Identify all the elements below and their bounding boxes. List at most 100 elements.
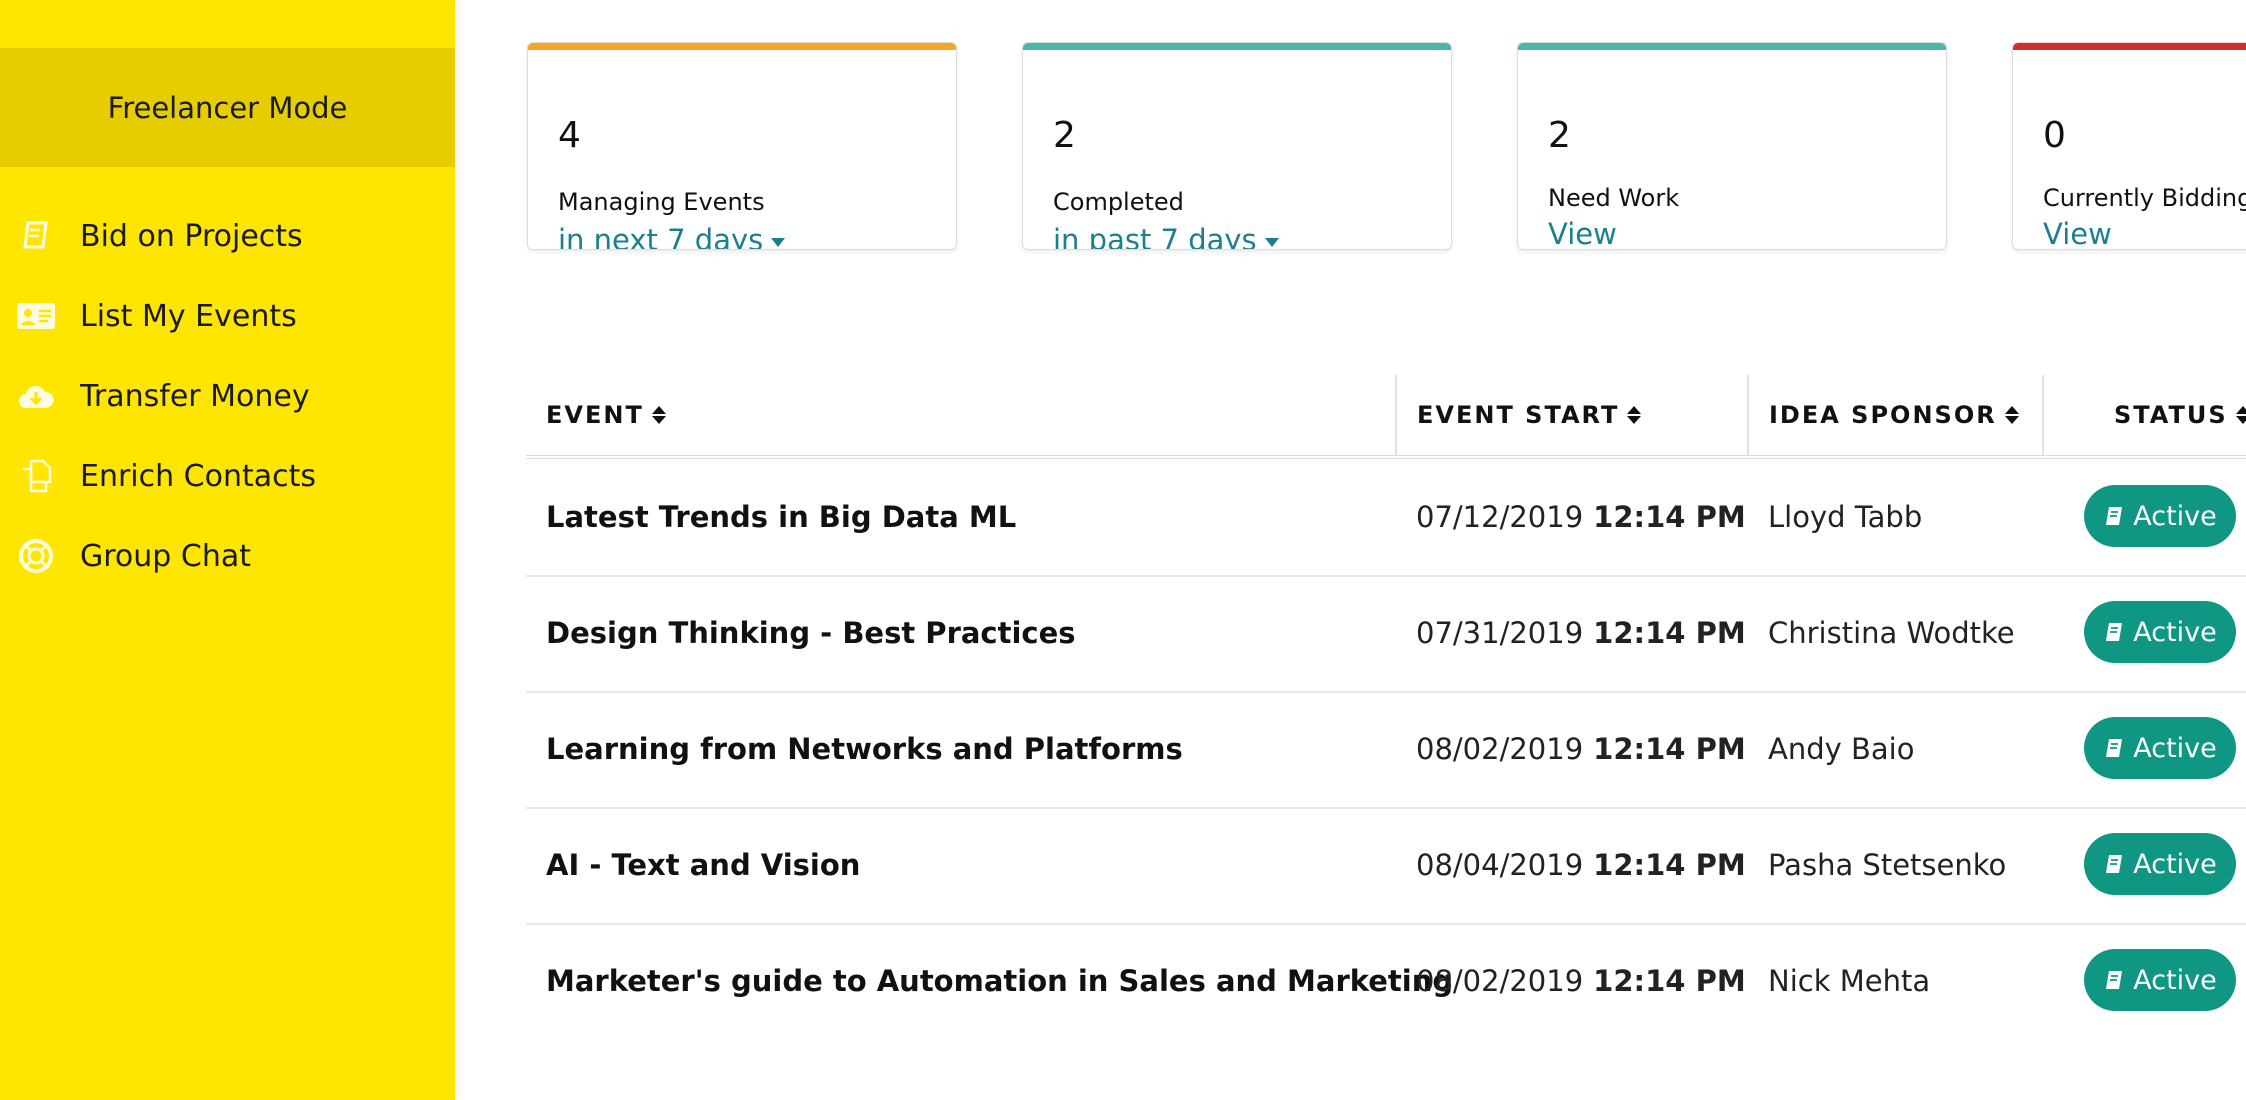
card-accent-bar [2013, 43, 2246, 50]
card-accent-bar [1023, 43, 1451, 50]
copy-icon [16, 456, 56, 496]
sort-icon [2004, 406, 2019, 424]
book-icon [2106, 507, 2123, 525]
column-divider [2042, 375, 2044, 455]
status-label: Active [2133, 848, 2217, 880]
status-button[interactable]: Active [2084, 485, 2236, 547]
cloud-download-icon [16, 376, 56, 416]
card-title: Need Work [1548, 184, 1680, 212]
event-time: 12:14 PM [1593, 964, 1746, 998]
managing-events-card: 4 Managing Events in next 7 days [527, 42, 957, 250]
event-time: 12:14 PM [1593, 732, 1746, 766]
card-period-dropdown[interactable]: in past 7 days [1053, 223, 1279, 250]
event-start: 07/12/2019 12:14 PM [1416, 459, 1746, 575]
card-view-link[interactable]: View [1548, 217, 1617, 249]
column-header-label: EVENT START [1417, 401, 1620, 429]
table-row[interactable]: Design Thinking - Best Practices 07/31/2… [526, 575, 2246, 693]
book-icon [2106, 623, 2123, 641]
sidebar-item-group-chat[interactable]: Group Chat [0, 526, 455, 586]
idea-sponsor: Nick Mehta [1768, 964, 1931, 998]
event-date: 07/31/2019 [1416, 616, 1584, 650]
sidebar-item-bid-on-projects[interactable]: Bid on Projects [0, 206, 455, 266]
event-date: 08/02/2019 [1416, 964, 1584, 998]
card-period-dropdown[interactable]: in next 7 days [558, 223, 786, 250]
card-link-label: in next 7 days [558, 223, 764, 250]
card-accent-bar [528, 43, 956, 50]
column-divider [1747, 375, 1749, 455]
status-button[interactable]: Active [2084, 601, 2236, 663]
status-label: Active [2133, 500, 2217, 532]
event-start: 08/04/2019 12:14 PM [1416, 807, 1746, 923]
sidebar-item-label: Transfer Money [80, 378, 310, 414]
sort-icon [651, 406, 666, 424]
status-button[interactable]: Active [2084, 833, 2236, 895]
event-name[interactable]: AI - Text and Vision [546, 807, 860, 923]
column-header-label: STATUS [2114, 401, 2228, 429]
event-time: 12:14 PM [1593, 848, 1746, 882]
sidebar-item-label: Bid on Projects [80, 218, 303, 254]
event-time: 12:14 PM [1593, 616, 1746, 650]
completed-card: 2 Completed in past 7 days [1022, 42, 1452, 250]
event-start: 07/31/2019 12:14 PM [1416, 575, 1746, 691]
card-title: Currently Bidding [2043, 184, 2246, 212]
event-name[interactable]: Marketer's guide to Automation in Sales … [546, 923, 1453, 1039]
column-header-label: EVENT [546, 401, 644, 429]
book-icon [2106, 971, 2123, 989]
card-accent-bar [1518, 43, 1946, 50]
event-name[interactable]: Design Thinking - Best Practices [546, 575, 1076, 691]
event-date: 08/02/2019 [1416, 732, 1584, 766]
event-start: 08/02/2019 12:14 PM [1416, 691, 1746, 807]
sidebar-item-label: Group Chat [80, 538, 251, 574]
currently-bidding-card: 0 Currently Bidding View [2012, 42, 2246, 250]
idea-sponsor: Christina Wodtke [1768, 616, 2015, 650]
table-header: EVENT EVENT START IDEA SPONSOR STATUS [526, 375, 2246, 459]
mode-banner[interactable]: Freelancer Mode [0, 48, 455, 167]
status-button[interactable]: Active [2084, 949, 2236, 1011]
book-icon [2106, 855, 2123, 873]
status-button[interactable]: Active [2084, 717, 2236, 779]
need-work-card: 2 Need Work View [1517, 42, 1947, 250]
status-label: Active [2133, 616, 2217, 648]
column-header-idea-sponsor[interactable]: IDEA SPONSOR [1769, 375, 2019, 455]
idea-sponsor: Pasha Stetsenko [1768, 848, 2007, 882]
sidebar-item-list-my-events[interactable]: List My Events [0, 286, 455, 346]
sort-icon [1627, 406, 1642, 424]
event-start: 08/02/2019 12:14 PM [1416, 923, 1746, 1039]
event-time: 12:14 PM [1593, 500, 1746, 534]
card-count: 2 [1053, 115, 1076, 156]
column-header-status[interactable]: STATUS [2114, 375, 2246, 455]
sidebar-item-enrich-contacts[interactable]: Enrich Contacts [0, 446, 455, 506]
sidebar: Freelancer Mode Bid on Projects List My … [0, 0, 455, 1100]
card-view-link[interactable]: View [2043, 217, 2112, 249]
status-label: Active [2133, 732, 2217, 764]
caret-down-icon [1264, 237, 1279, 247]
event-date: 07/12/2019 [1416, 500, 1584, 534]
card-title: Managing Events [558, 188, 765, 216]
table-row[interactable]: Latest Trends in Big Data ML 07/12/2019 1… [526, 459, 2246, 577]
sort-icon [2235, 406, 2246, 424]
card-count: 4 [558, 115, 581, 156]
sidebar-item-label: List My Events [80, 298, 297, 334]
id-card-icon [16, 296, 56, 336]
column-header-event-start[interactable]: EVENT START [1417, 375, 1642, 455]
event-name[interactable]: Learning from Networks and Platforms [546, 691, 1183, 807]
status-label: Active [2133, 964, 2217, 996]
column-header-label: IDEA SPONSOR [1769, 401, 1997, 429]
column-divider [1395, 375, 1397, 455]
card-count: 0 [2043, 115, 2066, 156]
table-row[interactable]: Marketer's guide to Automation in Sales … [526, 923, 2246, 1039]
card-title: Completed [1053, 188, 1184, 216]
column-header-event[interactable]: EVENT [546, 375, 666, 455]
idea-sponsor: Andy Baio [1768, 732, 1915, 766]
sidebar-item-label: Enrich Contacts [80, 458, 317, 494]
book-icon [2106, 739, 2123, 757]
caret-down-icon [771, 237, 786, 247]
card-count: 2 [1548, 115, 1571, 156]
sidebar-item-transfer-money[interactable]: Transfer Money [0, 366, 455, 426]
table-row[interactable]: AI - Text and Vision 08/04/2019 12:14 PM … [526, 807, 2246, 925]
card-link-label: in past 7 days [1053, 223, 1257, 250]
table-row[interactable]: Learning from Networks and Platforms 08/… [526, 691, 2246, 809]
idea-sponsor: Lloyd Tabb [1768, 500, 1923, 534]
event-name[interactable]: Latest Trends in Big Data ML [546, 459, 1016, 575]
life-ring-icon [16, 536, 56, 576]
